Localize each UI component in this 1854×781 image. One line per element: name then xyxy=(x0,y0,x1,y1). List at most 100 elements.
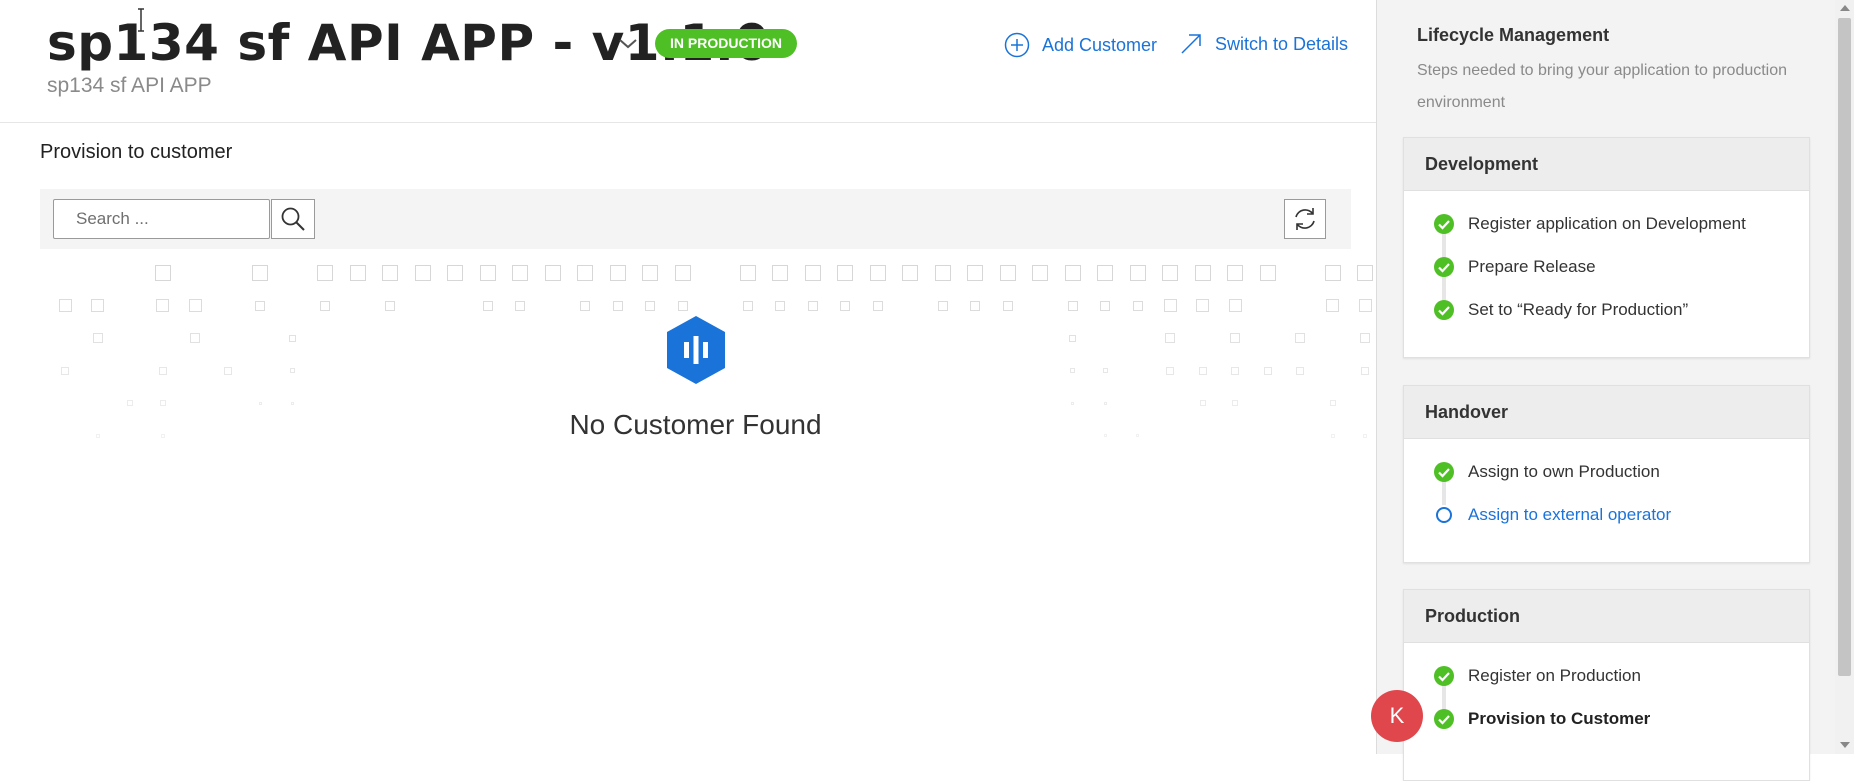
switch-to-details-button[interactable]: Switch to Details xyxy=(1179,32,1348,56)
pattern-square xyxy=(290,368,295,373)
pattern-square xyxy=(289,334,296,342)
step-prepare-release: Prepare Release xyxy=(1468,257,1596,276)
switch-to-details-label: Switch to Details xyxy=(1215,33,1349,54)
pattern-square xyxy=(1361,366,1369,375)
pattern-square xyxy=(1199,400,1206,406)
pattern-square xyxy=(1227,265,1243,281)
pattern-square xyxy=(127,400,133,406)
pattern-square xyxy=(515,300,525,311)
plus-circle-icon xyxy=(1004,32,1030,58)
add-customer-label: Add Customer xyxy=(1042,34,1158,55)
scroll-down-arrow-icon[interactable] xyxy=(1840,742,1850,748)
pattern-square xyxy=(1100,300,1110,311)
pattern-square xyxy=(1357,265,1373,281)
add-customer-button[interactable]: Add Customer xyxy=(1004,32,1157,58)
pattern-square xyxy=(1263,366,1272,375)
pattern-square xyxy=(223,366,232,375)
empty-state-message: No Customer Found xyxy=(569,409,822,440)
pattern-square xyxy=(1132,300,1143,311)
pattern-square xyxy=(1259,265,1276,281)
pattern-square xyxy=(967,265,983,281)
scroll-up-arrow-icon[interactable] xyxy=(1840,5,1850,11)
pattern-square xyxy=(1228,299,1242,312)
pattern-square xyxy=(612,300,623,311)
pattern-square xyxy=(188,299,202,312)
pattern-square xyxy=(775,300,785,311)
pattern-square xyxy=(1329,400,1336,406)
pattern-square xyxy=(252,265,268,281)
pattern-square xyxy=(1232,400,1238,406)
arrow-up-right-icon xyxy=(1181,34,1201,54)
pattern-square xyxy=(159,400,166,406)
pattern-square xyxy=(1070,368,1075,373)
refresh-icon xyxy=(1295,208,1315,230)
card-title-handover: Handover xyxy=(1404,386,1809,439)
pattern-square xyxy=(739,265,756,281)
pattern-square xyxy=(1296,366,1304,375)
pattern-square xyxy=(970,300,980,311)
pattern-square xyxy=(349,265,366,281)
search-icon xyxy=(281,207,305,231)
pattern-square xyxy=(1071,401,1074,405)
pattern-square xyxy=(1162,265,1178,281)
pattern-square xyxy=(1295,333,1305,343)
page-subtitle: sp134 sf API APP xyxy=(47,74,212,97)
pattern-square xyxy=(1165,333,1175,343)
sidebar-description: Steps needed to bring your application t… xyxy=(1417,62,1788,111)
pattern-square xyxy=(674,265,691,281)
pattern-square xyxy=(1230,333,1240,343)
pattern-square xyxy=(1032,265,1048,281)
step-assign-external-operator[interactable]: Assign to external operator xyxy=(1468,505,1671,525)
pattern-square xyxy=(382,265,398,281)
pattern-square xyxy=(156,299,169,312)
card-production: Production Register on Production Provis… xyxy=(1403,589,1810,781)
pattern-square xyxy=(1069,334,1076,342)
scrollbar[interactable] xyxy=(1835,0,1854,754)
text-cursor-icon xyxy=(138,8,144,32)
pattern-square xyxy=(1326,299,1339,312)
empty-state-hexagon-icon xyxy=(667,316,725,384)
refresh-button[interactable] xyxy=(1284,199,1326,239)
pattern-square xyxy=(1097,265,1113,281)
check-circle-icon xyxy=(1434,257,1454,277)
pattern-square xyxy=(1198,366,1207,375)
app-header: sp134 sf API APP - v1.1.0 IN PRODUCTION … xyxy=(0,0,1376,123)
pattern-square xyxy=(385,300,395,311)
search-button[interactable] xyxy=(271,199,315,239)
pattern-square xyxy=(1163,299,1177,312)
pattern-square xyxy=(577,265,593,281)
step-assign-own-production: Assign to own Production xyxy=(1468,462,1660,481)
pattern-square xyxy=(642,265,658,281)
pattern-square xyxy=(92,333,103,343)
check-circle-icon xyxy=(1434,462,1454,482)
pattern-square xyxy=(414,265,431,281)
pattern-square xyxy=(158,366,167,375)
pattern-square xyxy=(258,401,262,405)
check-circle-icon xyxy=(1434,300,1454,320)
pattern-square xyxy=(580,300,590,311)
card-handover: Handover Assign to own Production Assign… xyxy=(1403,385,1810,563)
pattern-square xyxy=(999,265,1016,281)
pattern-square xyxy=(58,299,72,312)
pattern-square xyxy=(1231,366,1239,375)
pattern-square xyxy=(61,366,69,375)
check-circle-icon xyxy=(1434,709,1454,729)
avatar[interactable]: K xyxy=(1371,690,1423,742)
pattern-square xyxy=(482,300,493,311)
chevron-down-icon[interactable] xyxy=(615,30,641,56)
pattern-square xyxy=(154,265,171,281)
step-provision-to-customer: Provision to Customer xyxy=(1468,709,1651,728)
section-title: Provision to customer xyxy=(40,141,233,163)
pattern-square xyxy=(1129,265,1146,281)
pattern-square xyxy=(447,265,463,281)
search-input[interactable] xyxy=(53,199,270,239)
circle-outline-icon xyxy=(1434,505,1454,525)
pattern-square xyxy=(291,401,294,405)
pattern-square xyxy=(1103,401,1107,405)
pattern-square xyxy=(544,265,561,281)
scroll-thumb[interactable] xyxy=(1838,18,1851,676)
pattern-square xyxy=(1064,265,1081,281)
pattern-square xyxy=(840,300,850,311)
pattern-square xyxy=(872,300,883,311)
lifecycle-sidebar: Lifecycle Management Steps needed to bri… xyxy=(1376,0,1836,781)
